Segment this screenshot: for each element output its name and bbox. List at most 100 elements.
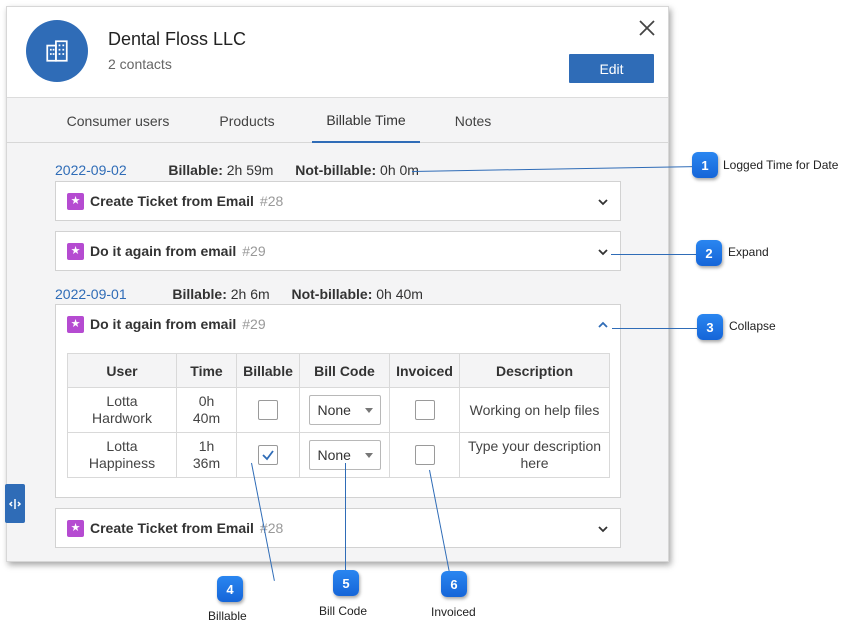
- date-label[interactable]: 2022-09-01: [55, 286, 127, 302]
- billable-cell: [236, 432, 300, 478]
- description-text: Type your description: [467, 438, 602, 454]
- star-icon: ★: [67, 193, 84, 210]
- time-log-table: User Time Billable Bill Code Invoiced De…: [67, 353, 610, 478]
- side-panel-handle[interactable]: [5, 484, 25, 523]
- company-avatar: [26, 20, 88, 82]
- company-panel: Dental Floss LLC 2 contacts Edit Consume…: [6, 6, 669, 562]
- column-header-invoiced: Invoiced: [389, 353, 460, 388]
- chevron-down-icon[interactable]: [596, 245, 610, 259]
- ticket-header[interactable]: ★ Create Ticket from Email #28: [56, 509, 620, 547]
- tab-bar: Consumer users Products Billable Time No…: [7, 99, 668, 143]
- user-first-name: Lotta: [106, 438, 138, 454]
- callout-label-2: Expand: [728, 245, 769, 259]
- chevron-down-icon[interactable]: [596, 195, 610, 209]
- date-summary-row: 2022-09-02 Billable: 2h 59m Not-billable…: [55, 162, 419, 178]
- time-hours: 0h: [198, 393, 215, 409]
- callout-label-3: Collapse: [729, 319, 776, 333]
- ticket-header[interactable]: ★ Do it again from email #29: [56, 305, 620, 343]
- caret-down-icon: [364, 407, 373, 413]
- invoiced-cell: [389, 432, 460, 478]
- edit-button[interactable]: Edit: [569, 54, 654, 83]
- column-header-billable: Billable: [236, 353, 300, 388]
- chevron-down-icon[interactable]: [596, 522, 610, 536]
- user-cell: Lotta Hardwork: [67, 387, 177, 433]
- callout-badge-6: 6: [441, 571, 467, 597]
- ticket-title: Do it again from email: [90, 316, 237, 332]
- ticket-header[interactable]: ★ Create Ticket from Email #28: [56, 182, 620, 220]
- table-header-row: User Time Billable Bill Code Invoiced De…: [67, 353, 610, 388]
- time-cell: 1h 36m: [176, 432, 237, 478]
- star-icon: ★: [67, 316, 84, 333]
- callout-leader-3: [612, 328, 698, 329]
- checkmark-icon: [262, 450, 274, 461]
- user-last-name: Happiness: [88, 455, 156, 471]
- billable-label: Billable:: [168, 162, 223, 178]
- ticket-title: Create Ticket from Email: [90, 520, 254, 536]
- callout-badge-4: 4: [217, 576, 243, 602]
- column-header-time: Time: [176, 353, 237, 388]
- description-cell[interactable]: Working on help files: [459, 387, 610, 433]
- description-text: Working on help files: [469, 401, 600, 418]
- tab-consumer-users[interactable]: Consumer users: [59, 99, 177, 143]
- date-label[interactable]: 2022-09-02: [55, 162, 127, 178]
- column-header-bill-code: Bill Code: [299, 353, 390, 388]
- callout-badge-1: 1: [692, 152, 718, 178]
- table-row: Lotta Hardwork 0h 40m None Working on he…: [67, 387, 610, 433]
- ticket-number: #29: [242, 316, 266, 332]
- nonbillable-total: 0h 40m: [376, 286, 423, 302]
- ticket-header[interactable]: ★ Do it again from email #29: [56, 232, 620, 270]
- billable-total: 2h 6m: [230, 286, 270, 302]
- callout-leader-5: [345, 463, 346, 571]
- ticket-card[interactable]: ★ Create Ticket from Email #28: [55, 181, 621, 221]
- tab-notes[interactable]: Notes: [447, 99, 499, 143]
- resize-handle-icon: [8, 498, 22, 509]
- user-last-name: Hardwork: [92, 410, 152, 426]
- nonbillable-label: Not-billable:: [291, 286, 373, 302]
- tab-billable-time[interactable]: Billable Time: [312, 99, 420, 143]
- close-icon: [639, 20, 655, 36]
- close-button[interactable]: [636, 17, 658, 39]
- company-header: Dental Floss LLC 2 contacts Edit: [7, 7, 668, 98]
- ticket-card[interactable]: ★ Create Ticket from Email #28: [55, 508, 621, 548]
- star-icon: ★: [67, 243, 84, 260]
- billable-checkbox[interactable]: [258, 400, 278, 420]
- user-cell: Lotta Happiness: [67, 432, 177, 478]
- callout-label-4: Billable: [208, 609, 247, 623]
- callout-badge-5: 5: [333, 570, 359, 596]
- invoiced-cell: [389, 387, 460, 433]
- bill-code-value: None: [317, 401, 351, 418]
- time-minutes: 36m: [192, 455, 221, 471]
- invoiced-checkbox[interactable]: [414, 400, 435, 420]
- callout-badge-3: 3: [697, 314, 723, 340]
- callout-badge-2: 2: [696, 240, 722, 266]
- billable-checkbox[interactable]: [258, 445, 278, 465]
- ticket-title: Do it again from email: [90, 243, 237, 259]
- callout-label-1: Logged Time for Date: [723, 158, 839, 172]
- callout-leader-2: [611, 254, 697, 255]
- table-row: Lotta Happiness 1h 36m None Type your de…: [67, 432, 610, 478]
- bill-code-cell: None: [299, 387, 390, 433]
- caret-down-icon: [364, 452, 373, 458]
- description-cell[interactable]: Type your description here: [459, 432, 610, 478]
- ticket-number: #29: [242, 243, 266, 259]
- billable-cell: [236, 387, 300, 433]
- star-icon: ★: [67, 520, 84, 537]
- billable-total: 2h 59m: [226, 162, 274, 178]
- callout-label-5: Bill Code: [319, 604, 368, 618]
- contacts-count: 2 contacts: [108, 56, 172, 72]
- building-icon: [46, 40, 68, 62]
- bill-code-select[interactable]: None: [308, 395, 381, 425]
- callout-label-6: Invoiced: [431, 605, 476, 619]
- ticket-card[interactable]: ★ Do it again from email #29: [55, 231, 621, 271]
- description-text-line-2: here: [520, 455, 549, 471]
- invoiced-checkbox[interactable]: [414, 445, 435, 465]
- column-header-description: Description: [459, 353, 610, 388]
- time-hours: 1h: [198, 438, 215, 454]
- time-minutes: 40m: [192, 410, 221, 426]
- tab-products[interactable]: Products: [210, 99, 284, 143]
- date-summary-row: 2022-09-01 Billable: 2h 6m Not-billable:…: [55, 286, 423, 302]
- ticket-card-expanded: ★ Do it again from email #29 User Time Bi…: [55, 304, 621, 498]
- chevron-up-icon[interactable]: [596, 318, 610, 332]
- user-first-name: Lotta: [106, 393, 138, 409]
- column-header-user: User: [67, 353, 177, 388]
